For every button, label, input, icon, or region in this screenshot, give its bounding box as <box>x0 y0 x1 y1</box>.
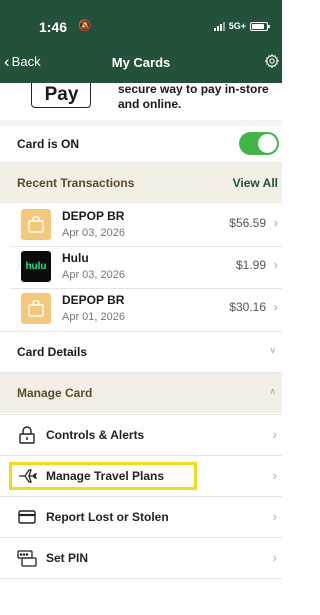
transaction-amount: $56.59 <box>229 216 266 230</box>
transaction-row[interactable]: hulu Hulu Apr 03, 2026 $1.99 › <box>0 247 282 287</box>
recent-transactions-title: Recent Transactions <box>17 176 135 190</box>
transaction-row[interactable]: DEPOP BR Apr 01, 2026 $30.16 › <box>0 289 282 329</box>
card-details-row[interactable]: Card Details ∨ <box>0 332 282 372</box>
transaction-row[interactable]: DEPOP BR Apr 03, 2026 $56.59 › <box>0 205 282 245</box>
report-lost-stolen-item[interactable]: Report Lost or Stolen › <box>0 497 282 537</box>
toggle-knob <box>258 134 277 153</box>
merchant-name: DEPOP BR <box>62 209 125 223</box>
highlight-box <box>9 462 197 490</box>
view-all-link[interactable]: View All <box>233 176 278 190</box>
chevron-right-icon: › <box>273 215 278 230</box>
page-title: My Cards <box>111 55 171 70</box>
chevron-right-icon: › <box>273 257 278 272</box>
app-header: 1:46 🔕 5G+ ‹ Back My Cards <box>0 0 282 83</box>
chevron-right-icon: › <box>272 427 277 442</box>
chevron-right-icon: › <box>272 509 277 524</box>
card-status-row: Card is ON <box>0 126 282 162</box>
transaction-date: Apr 03, 2026 <box>62 227 125 239</box>
apple-pay-badge: Pay <box>31 83 91 108</box>
divider <box>0 578 282 579</box>
apple-pay-section: Pay secure way to pay in-store and onlin… <box>0 83 282 120</box>
signal-icon <box>213 21 225 31</box>
manage-card-title: Manage Card <box>17 386 93 400</box>
chevron-right-icon: › <box>273 299 278 314</box>
lock-icon <box>19 426 35 444</box>
hulu-logo: hulu <box>21 251 51 282</box>
network-label: 5G+ <box>228 21 246 31</box>
card-icon <box>18 510 36 524</box>
chevron-right-icon: › <box>272 468 277 483</box>
apple-pay-badge-text: Pay <box>44 84 79 105</box>
card-details-label: Card Details <box>17 345 88 359</box>
transaction-date: Apr 03, 2026 <box>62 269 125 281</box>
menu-item-label: Set PIN <box>46 551 89 565</box>
controls-alerts-item[interactable]: Controls & Alerts › <box>0 415 282 455</box>
silent-mode-icon: 🔕 <box>78 20 92 32</box>
pin-pad-icon <box>17 550 37 567</box>
transaction-date: Apr 01, 2026 <box>62 311 125 323</box>
merchant-name: Hulu <box>62 251 89 265</box>
chevron-down-icon: ∨ <box>269 345 276 355</box>
shopping-bag-icon <box>21 209 51 240</box>
status-indicators: 5G+ <box>213 21 270 31</box>
apple-pay-description: secure way to pay in-store and online. <box>118 83 269 111</box>
chevron-up-icon: ∧ <box>269 386 276 396</box>
manage-card-header[interactable]: Manage Card ∧ <box>0 373 282 413</box>
card-on-toggle[interactable] <box>239 132 279 155</box>
menu-item-label: Controls & Alerts <box>46 428 145 442</box>
recent-transactions-header: Recent Transactions View All <box>0 163 282 203</box>
chevron-right-icon: › <box>272 550 277 565</box>
status-time: 1:46 <box>39 19 68 35</box>
gear-icon[interactable] <box>264 53 280 69</box>
menu-item-label: Report Lost or Stolen <box>46 510 169 524</box>
merchant-name: DEPOP BR <box>62 293 125 307</box>
transaction-amount: $1.99 <box>235 258 266 272</box>
shopping-bag-icon <box>21 293 51 324</box>
set-pin-item[interactable]: Set PIN › <box>0 538 282 578</box>
transaction-amount: $30.16 <box>229 300 266 314</box>
battery-icon <box>250 21 270 31</box>
card-status-label: Card is ON <box>17 137 80 151</box>
